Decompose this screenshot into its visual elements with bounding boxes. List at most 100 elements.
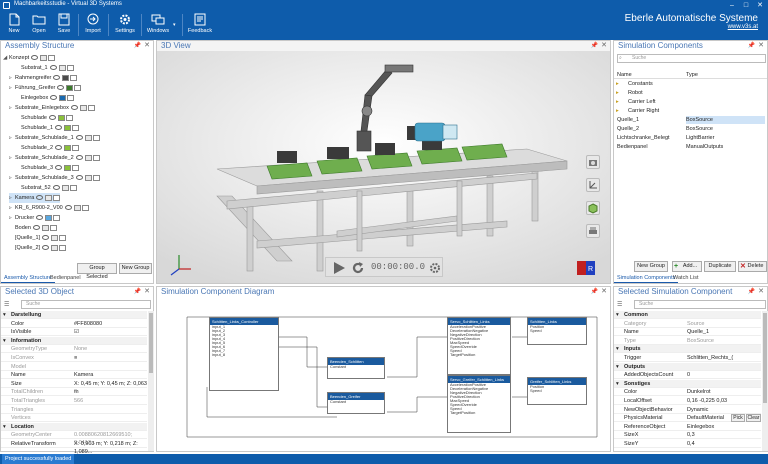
eye-icon[interactable] bbox=[49, 115, 56, 121]
tree-item[interactable]: Schublade_2 bbox=[15, 143, 80, 153]
property-value[interactable]: Kamera bbox=[74, 371, 93, 379]
property-row[interactable]: Trigger Schlitten_Rechts_( bbox=[614, 354, 761, 362]
new-group-button[interactable]: New Group bbox=[119, 263, 152, 274]
property-row[interactable]: IsVisible ☑ bbox=[1, 328, 147, 337]
property-value[interactable]: DefaultMaterial bbox=[687, 414, 724, 422]
property-row[interactable]: LocalOffset 0,16 -0,225 0,03 bbox=[614, 397, 761, 405]
dropdown-toggle[interactable] bbox=[48, 54, 56, 61]
close-button[interactable]: ✕ bbox=[755, 1, 765, 10]
tree-item[interactable]: ◢ Konzept bbox=[3, 53, 56, 63]
tree-item[interactable]: ▹ Substrate_Schublade_1 bbox=[9, 133, 100, 143]
folder-icon[interactable]: ▸ bbox=[616, 89, 619, 97]
eye-icon[interactable] bbox=[49, 65, 57, 71]
eye-icon[interactable] bbox=[42, 245, 50, 251]
diagram-node[interactable]: Schlitten_Links_Controller input_1 input_2… bbox=[209, 317, 279, 391]
node-port[interactable]: TargetPosition bbox=[448, 353, 510, 357]
eye-icon[interactable] bbox=[36, 195, 44, 201]
eye-icon[interactable] bbox=[32, 225, 40, 231]
color-swatch[interactable] bbox=[58, 64, 66, 71]
eye-icon[interactable] bbox=[36, 215, 44, 221]
diagram-node[interactable]: Beenden_Schlitten Constant bbox=[327, 357, 385, 379]
color-swatch[interactable] bbox=[41, 224, 49, 231]
eye-icon[interactable] bbox=[50, 95, 58, 101]
new-button[interactable]: New bbox=[4, 13, 24, 38]
collapse-arrow-icon[interactable]: ▾ bbox=[616, 380, 619, 388]
property-row[interactable]: Color Dunkelrot bbox=[614, 388, 761, 397]
property-row[interactable]: SizeY 0,4 bbox=[614, 440, 761, 448]
group-selected-button[interactable]: Group Selected bbox=[77, 263, 117, 280]
tree-item[interactable]: ▹ Führung_Greifer bbox=[9, 83, 82, 93]
close-icon[interactable]: ✕ bbox=[601, 287, 607, 297]
node-port[interactable]: Constant bbox=[328, 365, 384, 369]
tree-item[interactable]: ▹ Substrate_Einlegebox bbox=[9, 103, 95, 113]
gear-icon[interactable] bbox=[429, 262, 441, 276]
property-row[interactable]: Triangles bbox=[1, 406, 147, 414]
pick-button[interactable]: Pick bbox=[731, 414, 745, 422]
property-section[interactable]: ▾ Common bbox=[614, 311, 761, 319]
color-swatch[interactable] bbox=[61, 184, 69, 191]
tab-watch-list[interactable]: Watch List bbox=[670, 274, 701, 283]
property-row[interactable]: Name Quelle_1 bbox=[614, 328, 761, 337]
tree-item[interactable]: ▹ Substrate_Schublade_3 bbox=[9, 173, 100, 183]
folder-icon[interactable]: ▸ bbox=[616, 80, 619, 88]
feedback-button[interactable]: Feedback bbox=[187, 13, 213, 38]
tree-item[interactable]: ▹ Kamera bbox=[9, 193, 61, 203]
dropdown-toggle[interactable] bbox=[81, 204, 89, 211]
collapse-arrow-icon[interactable]: ▾ bbox=[3, 337, 6, 345]
property-section[interactable]: ▾ Sonstiges bbox=[614, 379, 761, 388]
property-value[interactable]: 0,4 bbox=[687, 440, 695, 448]
component-group-row[interactable]: ▸ Carrier Right bbox=[614, 107, 767, 115]
tree-item[interactable]: [Quelle_2] bbox=[9, 243, 67, 253]
close-icon[interactable]: ✕ bbox=[758, 287, 764, 297]
diagram-node[interactable]: Schlitten_Links Position Speed bbox=[527, 317, 587, 345]
color-swatch[interactable] bbox=[40, 54, 48, 61]
search-input[interactable]: Suche bbox=[634, 300, 766, 309]
print-icon[interactable] bbox=[586, 224, 600, 238]
property-row[interactable]: RelativeTransform X: 0,903 m; Y: 0,218 m;… bbox=[1, 440, 147, 455]
eye-icon[interactable] bbox=[75, 135, 83, 141]
eye-icon[interactable] bbox=[55, 125, 63, 131]
windows-button[interactable]: Windows bbox=[145, 13, 171, 38]
pin-icon[interactable]: 📌 bbox=[591, 287, 598, 297]
dropdown-toggle[interactable] bbox=[92, 154, 100, 161]
tab-simulation-components[interactable]: Simulation Components bbox=[614, 274, 679, 283]
folder-icon[interactable]: ▸ bbox=[616, 98, 619, 106]
diagram-node[interactable]: Servo_Schlitten_Links AccelerationPositiv… bbox=[447, 317, 511, 375]
dropdown-toggle[interactable] bbox=[72, 164, 80, 171]
dropdown-toggle[interactable] bbox=[70, 74, 78, 81]
tree-item[interactable]: Einlegebox bbox=[15, 93, 75, 103]
brand-url[interactable]: www.v3s.at bbox=[625, 24, 758, 30]
component-row[interactable]: Lichtschranke_Belegt LightBarrier bbox=[614, 134, 767, 142]
node-port[interactable]: Constant bbox=[328, 400, 384, 404]
tree-item[interactable]: ▹ Substrate_Schublade_2 bbox=[9, 153, 100, 163]
reset-button[interactable] bbox=[351, 261, 365, 277]
col-type[interactable]: Type bbox=[686, 71, 698, 79]
col-name[interactable]: Name bbox=[617, 71, 632, 79]
property-value[interactable]: 0 bbox=[687, 371, 690, 379]
property-section[interactable]: ▾ Darstellung bbox=[1, 311, 147, 319]
color-swatch[interactable] bbox=[59, 94, 67, 101]
color-swatch[interactable] bbox=[84, 154, 92, 161]
tree-item[interactable]: Schublade bbox=[15, 113, 73, 123]
node-port[interactable]: Speed bbox=[528, 389, 586, 393]
color-swatch[interactable] bbox=[73, 204, 81, 211]
cube-icon[interactable] bbox=[586, 201, 600, 215]
property-row[interactable]: TotalChildren 2 bbox=[1, 388, 147, 397]
save-button[interactable]: Save bbox=[54, 13, 74, 38]
scrollbar[interactable] bbox=[148, 311, 154, 451]
pin-icon[interactable]: 📌 bbox=[134, 41, 141, 51]
dropdown-toggle[interactable] bbox=[66, 114, 73, 121]
dropdown-toggle[interactable] bbox=[72, 144, 80, 151]
property-value[interactable]: 0,16 -0,225 0,03 bbox=[687, 397, 727, 405]
clear-button[interactable]: Clear bbox=[746, 414, 761, 422]
collapse-arrow-icon[interactable]: ▾ bbox=[616, 345, 619, 353]
property-row[interactable]: AddedObjectsCount 0 bbox=[614, 371, 761, 380]
property-row[interactable]: Category Source bbox=[614, 320, 761, 328]
tab-bedienpanel[interactable]: Bedienpanel bbox=[47, 274, 84, 283]
color-swatch[interactable] bbox=[45, 214, 53, 221]
property-row[interactable]: Type BoxSource bbox=[614, 337, 761, 345]
property-section[interactable]: ▾ Location bbox=[1, 422, 147, 431]
tree-item[interactable]: Substrat_52 bbox=[15, 183, 77, 193]
eye-icon[interactable] bbox=[64, 205, 72, 211]
eye-icon[interactable] bbox=[53, 75, 61, 81]
